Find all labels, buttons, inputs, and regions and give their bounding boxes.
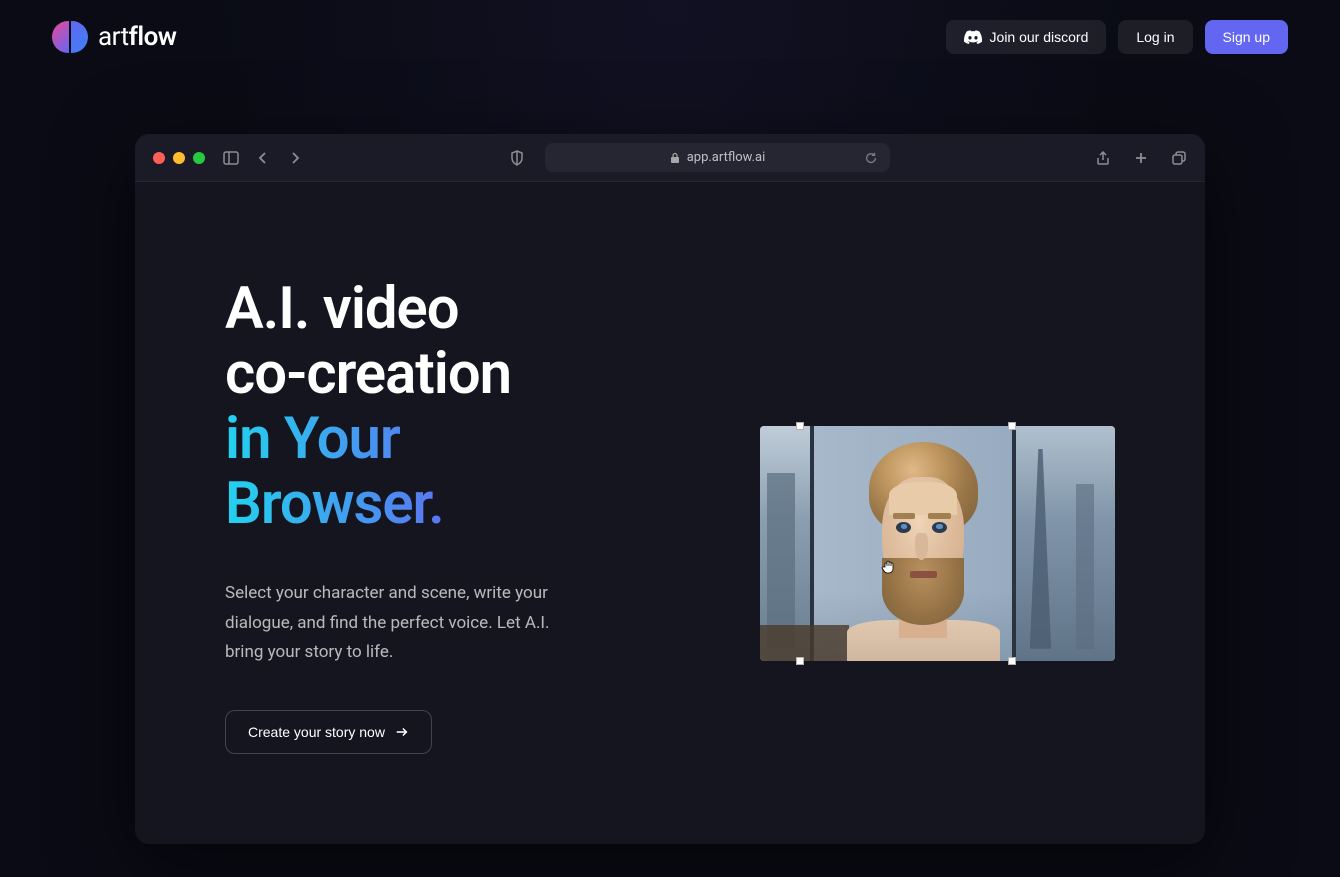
hero-title: A.I. video co-creation in Your Browser.: [225, 277, 645, 537]
refresh-icon: [864, 151, 878, 165]
browser-toolbar-right: [1095, 150, 1187, 166]
url-bar: app.artflow.ai: [545, 143, 890, 172]
browser-chrome: app.artflow.ai: [135, 134, 1205, 182]
selection-handle-icon: [1008, 657, 1016, 665]
hero-character-image: [760, 426, 1115, 661]
hero-image-container: [760, 426, 1115, 661]
discord-button-label: Join our discord: [990, 29, 1089, 45]
forward-icon: [287, 150, 303, 166]
hero-subtitle: Select your character and scene, write y…: [225, 579, 585, 668]
signup-button[interactable]: Sign up: [1205, 20, 1288, 54]
hero-text: A.I. video co-creation in Your Browser. …: [225, 277, 645, 754]
hero-image-area: [705, 277, 1115, 754]
login-button[interactable]: Log in: [1118, 20, 1192, 54]
grab-cursor-icon: [881, 559, 899, 577]
signup-button-label: Sign up: [1223, 29, 1270, 45]
url-text: app.artflow.ai: [687, 150, 766, 165]
join-discord-button[interactable]: Join our discord: [946, 20, 1107, 54]
share-icon: [1095, 150, 1111, 166]
hero-title-line2: co-creation: [225, 340, 511, 408]
close-window-icon: [153, 152, 165, 164]
lock-icon: [669, 152, 681, 164]
header-actions: Join our discord Log in Sign up: [946, 20, 1288, 54]
minimize-window-icon: [173, 152, 185, 164]
hero-title-gradient-line1: in Your: [225, 405, 400, 473]
tabs-icon: [1171, 150, 1187, 166]
shield-icon: [509, 150, 525, 166]
sidebar-toggle-icon: [223, 150, 239, 166]
logo[interactable]: artflow: [52, 21, 177, 53]
arrow-right-icon: [395, 725, 409, 739]
back-icon: [255, 150, 271, 166]
browser-mockup: app.artflow.ai: [135, 134, 1205, 844]
hero-title-gradient-line2: Browser.: [225, 470, 444, 538]
browser-toolbar-left: [223, 150, 303, 166]
discord-icon: [964, 30, 982, 44]
main-header: artflow Join our discord Log in Sign up: [0, 0, 1340, 74]
login-button-label: Log in: [1136, 29, 1174, 45]
logo-mark-icon: [52, 21, 88, 53]
cta-label: Create your story now: [248, 724, 385, 740]
maximize-window-icon: [193, 152, 205, 164]
browser-center: app.artflow.ai: [321, 143, 1077, 172]
hero-title-line1: A.I. video: [225, 275, 459, 343]
selection-handle-icon: [796, 657, 804, 665]
selection-handle-icon: [1008, 422, 1016, 430]
logo-text: artflow: [98, 22, 177, 52]
selection-handle-icon: [796, 422, 804, 430]
plus-icon: [1133, 150, 1149, 166]
hero-section: A.I. video co-creation in Your Browser. …: [135, 182, 1205, 844]
create-story-button[interactable]: Create your story now: [225, 710, 432, 754]
traffic-lights: [153, 152, 205, 164]
